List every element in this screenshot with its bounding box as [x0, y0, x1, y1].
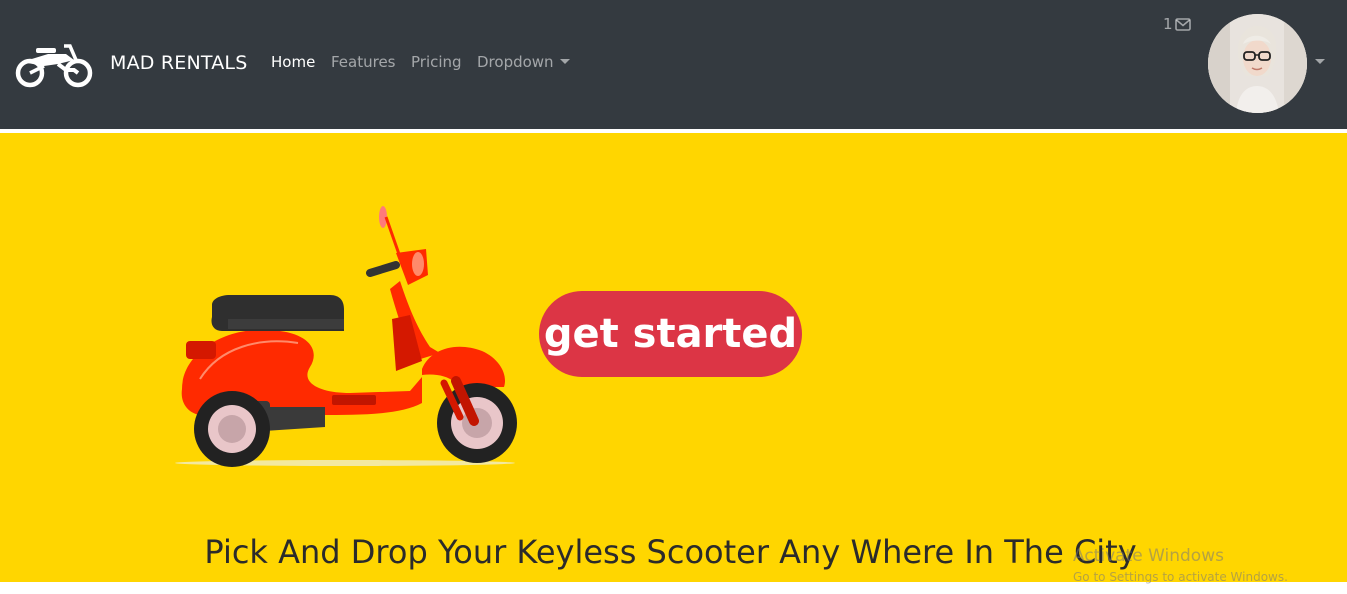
brand-name[interactable]: MAD RENTALS — [110, 52, 247, 74]
navbar: MAD RENTALS Home Features Pricing Dropdo… — [0, 0, 1347, 129]
caret-down-icon — [559, 59, 570, 64]
hero-section: get started Pick And Drop Your Keyless S… — [0, 133, 1347, 582]
nav-dropdown[interactable]: Dropdown — [477, 53, 570, 71]
message-count: 1 — [1163, 15, 1173, 33]
nav-home[interactable]: Home — [271, 53, 315, 71]
red-scooter-illustration — [175, 206, 517, 467]
user-avatar[interactable] — [1208, 14, 1307, 113]
hero-tagline-text: Pick And Drop Your Keyless Scooter Any W… — [204, 533, 1137, 571]
avatar-portrait — [1208, 14, 1307, 113]
caret-down-icon[interactable] — [1315, 59, 1325, 64]
activate-windows-watermark: Activate Windows Go to Settings to activ… — [1073, 546, 1288, 584]
get-started-button[interactable]: get started — [539, 291, 802, 377]
nav-features[interactable]: Features — [331, 53, 396, 71]
messages-link[interactable]: 1 — [1163, 15, 1191, 33]
motorcycle-icon[interactable] — [14, 40, 96, 88]
nav-pricing[interactable]: Pricing — [411, 53, 462, 71]
nav-dropdown-label: Dropdown — [477, 53, 554, 71]
watermark-title: Activate Windows — [1073, 546, 1224, 566]
envelope-icon — [1174, 18, 1191, 31]
watermark-subtitle: Go to Settings to activate Windows. — [1073, 570, 1288, 584]
